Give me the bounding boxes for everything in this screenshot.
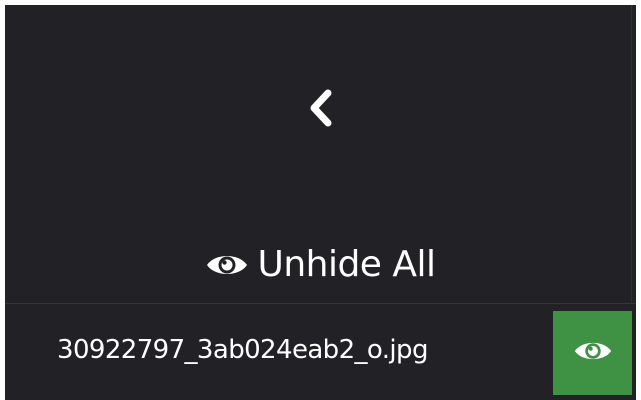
file-name: 30922797_3ab024eab2_o.jpg	[57, 335, 428, 365]
eye-icon	[573, 337, 613, 369]
hidden-files-panel: Unhide All 30922797_3ab024eab2_o.jpg	[5, 5, 636, 400]
chevron-left-icon	[309, 89, 333, 131]
eye-icon	[205, 250, 249, 280]
unhide-file-button[interactable]	[553, 311, 632, 395]
list-item: 30922797_3ab024eab2_o.jpg	[5, 304, 636, 400]
unhide-all-button[interactable]: Unhide All	[5, 237, 636, 293]
back-button[interactable]	[296, 85, 346, 135]
unhide-all-label: Unhide All	[257, 244, 436, 285]
